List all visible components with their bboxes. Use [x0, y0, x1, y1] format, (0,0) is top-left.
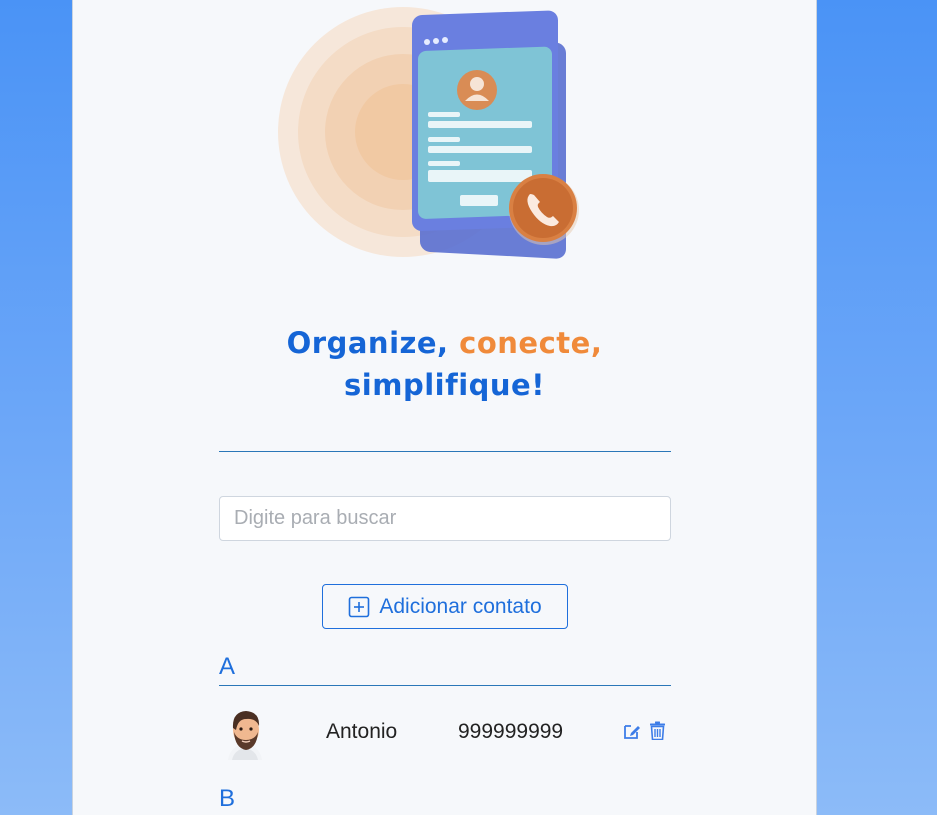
avatar: [228, 711, 262, 760]
contact-phone: 999999999: [458, 720, 564, 743]
group-letter-b: B: [219, 785, 236, 812]
page-slogan: Organize, conecte, simplifique!: [73, 322, 816, 406]
slogan-part-simplifique: simplifique!: [344, 368, 545, 402]
group-letter-a: A: [219, 653, 236, 680]
edit-icon[interactable]: [623, 722, 641, 740]
trash-icon[interactable]: [649, 721, 666, 740]
contact-illustration-icon: [278, 7, 579, 259]
add-contact-button[interactable]: Adicionar contato: [322, 584, 568, 629]
search-input[interactable]: [219, 496, 671, 541]
main-card: Organize, conecte, simplifique! Adiciona…: [72, 0, 817, 815]
add-contact-label: Adicionar contato: [379, 594, 542, 618]
slogan-part-conecte: conecte,: [459, 326, 603, 360]
group-divider: [219, 685, 671, 686]
slogan-part-organize: Organize,: [286, 326, 460, 360]
contact-name: Antonio: [326, 720, 398, 743]
contact-row: Antonio 999999999: [219, 702, 671, 764]
plus-square-icon: [349, 596, 370, 617]
header-divider: [219, 451, 671, 452]
